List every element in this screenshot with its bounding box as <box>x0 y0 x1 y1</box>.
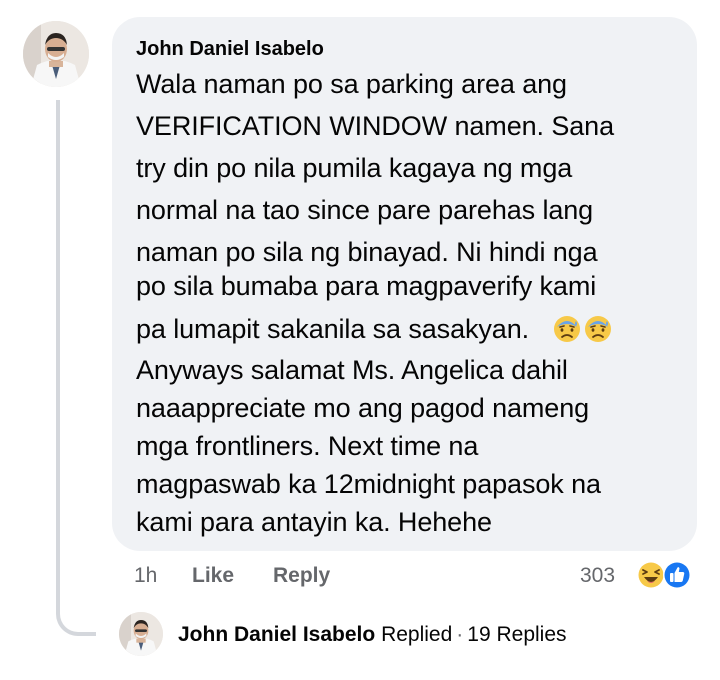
comment-text-line: Anyways salamat Ms. Angelica dahil <box>136 355 568 385</box>
comment-text-line: po sila bumaba para magpaverify kami <box>136 271 597 301</box>
comment-text-line: kami para antayin ka. Hehehe <box>136 507 492 537</box>
comment-text-line: try din po nila pumila kagaya ng mga <box>136 153 573 183</box>
downcast-face-with-sweat-icon <box>584 315 612 343</box>
thread-connector-line <box>56 100 96 636</box>
like-icon[interactable] <box>662 560 692 590</box>
comment-text-line: VERIFICATION WINDOW namen. Sana <box>136 111 614 141</box>
downcast-face-with-sweat-icon <box>553 315 581 343</box>
replied-label: Replied <box>381 623 453 646</box>
view-replies-link[interactable]: John Daniel Isabelo Replied · 19 Replies <box>178 622 567 648</box>
comment-timestamp[interactable]: 1h <box>134 563 157 589</box>
like-button[interactable]: Like <box>192 563 234 589</box>
comment-text-line: mga frontliners. Next time na <box>136 431 479 461</box>
comment-text-line: magpaswab ka 12midnight papasok na <box>136 469 601 499</box>
comment-author-name[interactable]: John Daniel Isabelo <box>136 37 324 61</box>
reply-button[interactable]: Reply <box>273 563 330 589</box>
avatar[interactable] <box>23 21 89 87</box>
comment-text-line: naaappreciate mo ang pagod nameng <box>136 393 590 423</box>
comment-text-line-with-emoji: pa lumapit sakanila sa sasakyan. <box>136 313 612 345</box>
avatar-photo <box>23 21 89 87</box>
reaction-count[interactable]: 303 <box>580 563 615 589</box>
comment-text-fragment: pa lumapit sakanila sa sasakyan. <box>136 314 530 344</box>
separator-dot: · <box>456 623 464 646</box>
reply-author-name: John Daniel Isabelo <box>178 623 376 646</box>
reply-author-avatar[interactable] <box>119 612 163 656</box>
comment-text-line: naman po sila ng binayad. Ni hindi nga <box>136 237 598 267</box>
avatar-photo <box>119 612 163 656</box>
comment-text-line: normal na tao since pare parehas lang <box>136 195 594 225</box>
comment-text-line: Wala naman po sa parking area ang <box>136 69 567 99</box>
replies-count: 19 Replies <box>467 623 567 646</box>
